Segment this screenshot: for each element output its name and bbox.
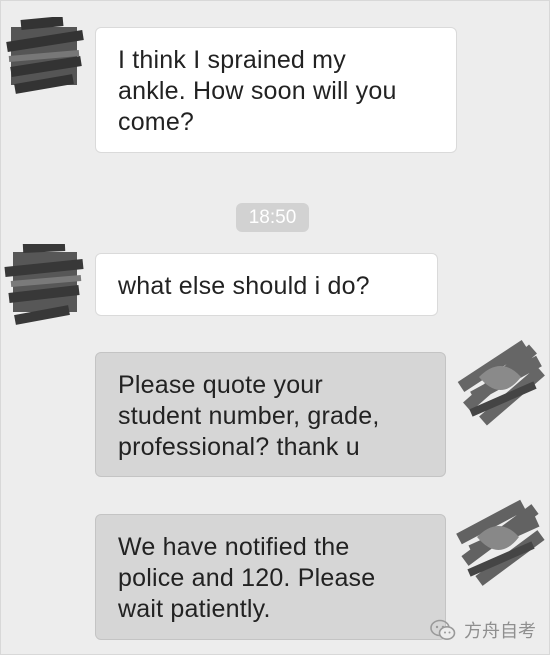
scribble-avatar-icon (457, 339, 545, 426)
self-avatar[interactable] (453, 337, 545, 429)
message-text: what else should i do? (118, 272, 370, 300)
watermark: 方舟自考 (430, 617, 536, 643)
self-avatar[interactable] (453, 495, 545, 587)
scribble-avatar-icon (456, 499, 545, 586)
message-text: We have notified the police and 120. Ple… (118, 533, 376, 623)
contact-avatar[interactable] (3, 17, 85, 99)
message-bubble-outgoing[interactable]: Please quote your student number, grade,… (95, 352, 446, 477)
scribble-avatar-icon (6, 17, 84, 94)
chat-window: I think I sprained my ankle. How soon wi… (0, 0, 550, 655)
scribble-avatar-icon (4, 244, 84, 325)
contact-avatar[interactable] (3, 244, 85, 326)
message-bubble-incoming[interactable]: what else should i do? (95, 253, 438, 316)
message-text: Please quote your student number, grade,… (118, 371, 380, 461)
message-text: I think I sprained my ankle. How soon wi… (118, 46, 397, 136)
time-stamp: 18:50 (236, 203, 309, 232)
watermark-text: 方舟自考 (464, 621, 536, 641)
message-bubble-incoming[interactable]: I think I sprained my ankle. How soon wi… (95, 27, 457, 153)
wechat-icon (430, 619, 456, 640)
message-bubble-outgoing[interactable]: We have notified the police and 120. Ple… (95, 514, 446, 640)
